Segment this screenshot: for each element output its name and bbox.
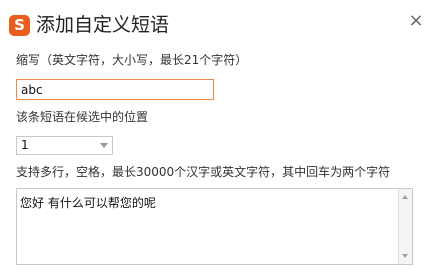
phrase-scrollbar[interactable] (398, 189, 412, 264)
scroll-down-arrow-icon[interactable] (402, 254, 408, 258)
abbreviation-label: 缩写（英文字符，大小写，最长21个字符） (16, 53, 248, 67)
phrase-textarea[interactable]: 您好 有什么可以帮您的呢 (16, 188, 413, 265)
abbreviation-input[interactable] (16, 79, 214, 100)
add-custom-phrase-dialog: S 添加自定义短语 × 缩写（英文字符，大小写，最长21个字符） 该条短语在候选… (0, 0, 429, 272)
phrase-label: 支持多行，空格，最长30000个汉字或英文字符，其中回车为两个字符 (16, 165, 391, 179)
position-select[interactable]: 1 (16, 136, 113, 155)
close-icon[interactable]: × (405, 10, 427, 32)
scroll-up-arrow-icon[interactable] (402, 195, 408, 199)
dialog-title: 添加自定义短语 (36, 14, 170, 36)
sogou-logo-letter: S (14, 16, 25, 34)
phrase-text: 您好 有什么可以帮您的呢 (20, 196, 156, 210)
position-label: 该条短语在候选中的位置 (16, 110, 149, 124)
sogou-logo-icon: S (9, 15, 30, 36)
position-selected-value: 1 (21, 138, 29, 152)
chevron-down-icon (100, 143, 108, 148)
